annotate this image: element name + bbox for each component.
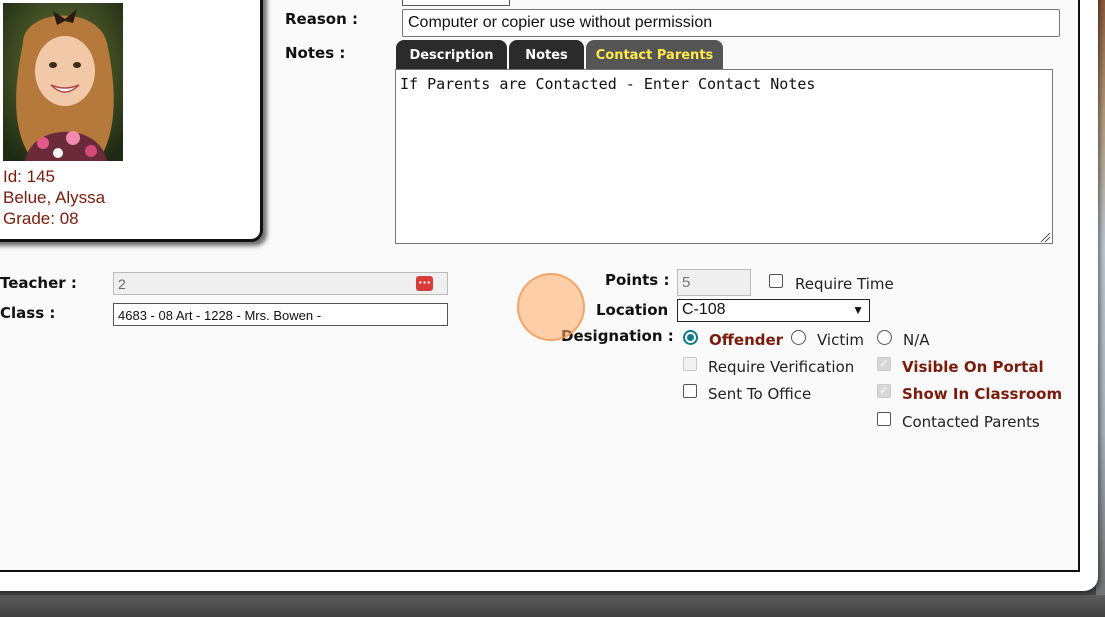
reason-label: Reason : <box>285 10 358 28</box>
teacher-lookup-icon[interactable]: ··· <box>416 276 433 291</box>
sent-to-office-checkbox[interactable] <box>683 384 697 398</box>
student-info: Id: 145 Belue, Alyssa Grade: 08 <box>3 166 105 229</box>
notes-tabs: Description Notes Contact Parents <box>396 40 725 70</box>
teacher-input[interactable]: 2 <box>113 272 448 295</box>
contacted-parents-label: Contacted Parents <box>902 413 1040 431</box>
student-card: Id: 145 Belue, Alyssa Grade: 08 <box>0 0 263 242</box>
points-input[interactable]: 5 <box>677 269 751 296</box>
visible-on-portal-checkbox[interactable]: ✓ <box>877 357 891 371</box>
click-indicator <box>517 273 585 341</box>
sent-to-office-label: Sent To Office <box>708 385 812 403</box>
contact-notes-textarea[interactable]: If Parents are Contacted - Enter Contact… <box>395 69 1053 244</box>
designation-radio-offender[interactable] <box>683 330 698 345</box>
designation-label: Designation : <box>561 327 674 345</box>
show-in-classroom-label: Show In Classroom <box>902 385 1063 403</box>
designation-offender-label: Offender <box>709 331 784 349</box>
contacted-parents-checkbox[interactable] <box>877 412 891 426</box>
student-name: Belue, Alyssa <box>3 188 106 207</box>
chevron-down-icon: ▼ <box>852 303 864 317</box>
designation-na-label: N/A <box>903 331 930 349</box>
reason-input[interactable]: Computer or copier use without permissio… <box>402 9 1060 37</box>
points-label: Points : <box>605 271 670 289</box>
designation-radio-victim[interactable] <box>791 330 806 345</box>
designation-radio-na[interactable] <box>877 330 892 345</box>
student-photo-image <box>3 3 123 161</box>
tab-notes[interactable]: Notes <box>509 40 584 70</box>
designation-victim-label: Victim <box>817 331 865 349</box>
class-label: Class : <box>0 304 56 322</box>
tab-description[interactable]: Description <box>396 40 507 70</box>
resize-grip-icon[interactable] <box>1039 231 1051 243</box>
background-page-bottom <box>0 595 1105 617</box>
location-value: C-108 <box>682 301 726 318</box>
require-time-checkbox[interactable] <box>769 274 783 288</box>
student-photo <box>3 3 123 161</box>
visible-on-portal-label: Visible On Portal <box>902 358 1044 376</box>
location-label: Location <box>596 301 669 319</box>
require-verification-checkbox[interactable] <box>683 357 697 371</box>
tab-contact-parents[interactable]: Contact Parents <box>586 40 723 70</box>
student-id: Id: 145 <box>3 167 55 186</box>
require-time-label: Require Time <box>795 275 894 293</box>
teacher-label: Teacher : <box>0 274 77 292</box>
student-grade: Grade: 08 <box>3 209 79 228</box>
class-input[interactable]: 4683 - 08 Art - 1228 - Mrs. Bowen - <box>113 303 448 326</box>
partial-input-field[interactable] <box>402 0 510 6</box>
location-select[interactable]: C-108 ▼ <box>677 299 870 322</box>
notes-label: Notes : <box>285 44 346 62</box>
show-in-classroom-checkbox[interactable]: ✓ <box>877 384 891 398</box>
require-verification-label: Require Verification <box>708 358 855 376</box>
